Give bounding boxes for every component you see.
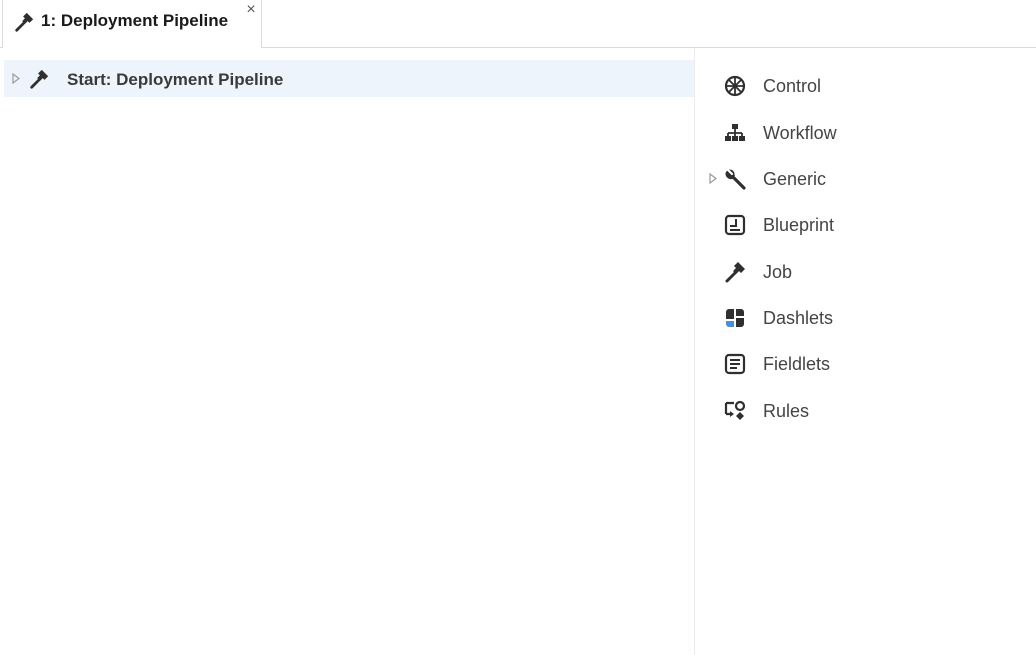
palette-item-label: Fieldlets [763, 354, 831, 374]
dashlets-icon [726, 309, 744, 327]
wrench-icon [725, 168, 746, 190]
caret-right-icon[interactable] [12, 73, 20, 84]
fieldlets-icon [724, 353, 746, 375]
blueprint-icon [724, 214, 746, 236]
palette-item-label: Job [763, 262, 793, 282]
tree-node-root[interactable]: Start: Deployment Pipeline [4, 60, 694, 97]
palette-item-generic[interactable]: Generic [695, 160, 1036, 198]
tab-label: 1: Deployment Pipeline [41, 11, 229, 30]
sitemap-icon [725, 124, 745, 141]
palette-panel: Control Workflow Generic Blueprint Job D… [695, 48, 1036, 655]
wheel-icon [724, 75, 746, 97]
palette-item-fieldlets[interactable]: Fieldlets [695, 345, 1036, 383]
rules-icon [724, 400, 746, 420]
palette-item-dashlets[interactable]: Dashlets [695, 299, 1036, 337]
palette-item-label: Workflow [763, 123, 837, 143]
palette-item-label: Blueprint [763, 215, 835, 235]
tab-bar: 1: Deployment Pipeline × [0, 0, 1036, 48]
palette-item-control[interactable]: Control [695, 67, 1036, 105]
palette-item-label: Rules [763, 401, 810, 421]
palette-item-label: Generic [763, 169, 827, 189]
hammer-icon [725, 262, 745, 283]
palette-item-label: Dashlets [763, 308, 834, 328]
palette-item-blueprint[interactable]: Blueprint [695, 206, 1036, 244]
hammer-icon [30, 69, 49, 89]
palette-item-rules[interactable]: Rules [695, 392, 1036, 430]
tree-node-label: Start: Deployment Pipeline [67, 70, 284, 89]
close-icon[interactable]: × [244, 2, 258, 18]
hammer-icon [15, 12, 34, 32]
palette-item-job[interactable]: Job [695, 253, 1036, 291]
palette-item-workflow[interactable]: Workflow [695, 114, 1036, 152]
caret-right-icon[interactable] [709, 173, 717, 184]
palette-item-label: Control [763, 76, 822, 96]
tree-panel: Start: Deployment Pipeline [0, 48, 694, 655]
tab-deployment-pipeline[interactable]: 1: Deployment Pipeline × [2, 0, 262, 48]
